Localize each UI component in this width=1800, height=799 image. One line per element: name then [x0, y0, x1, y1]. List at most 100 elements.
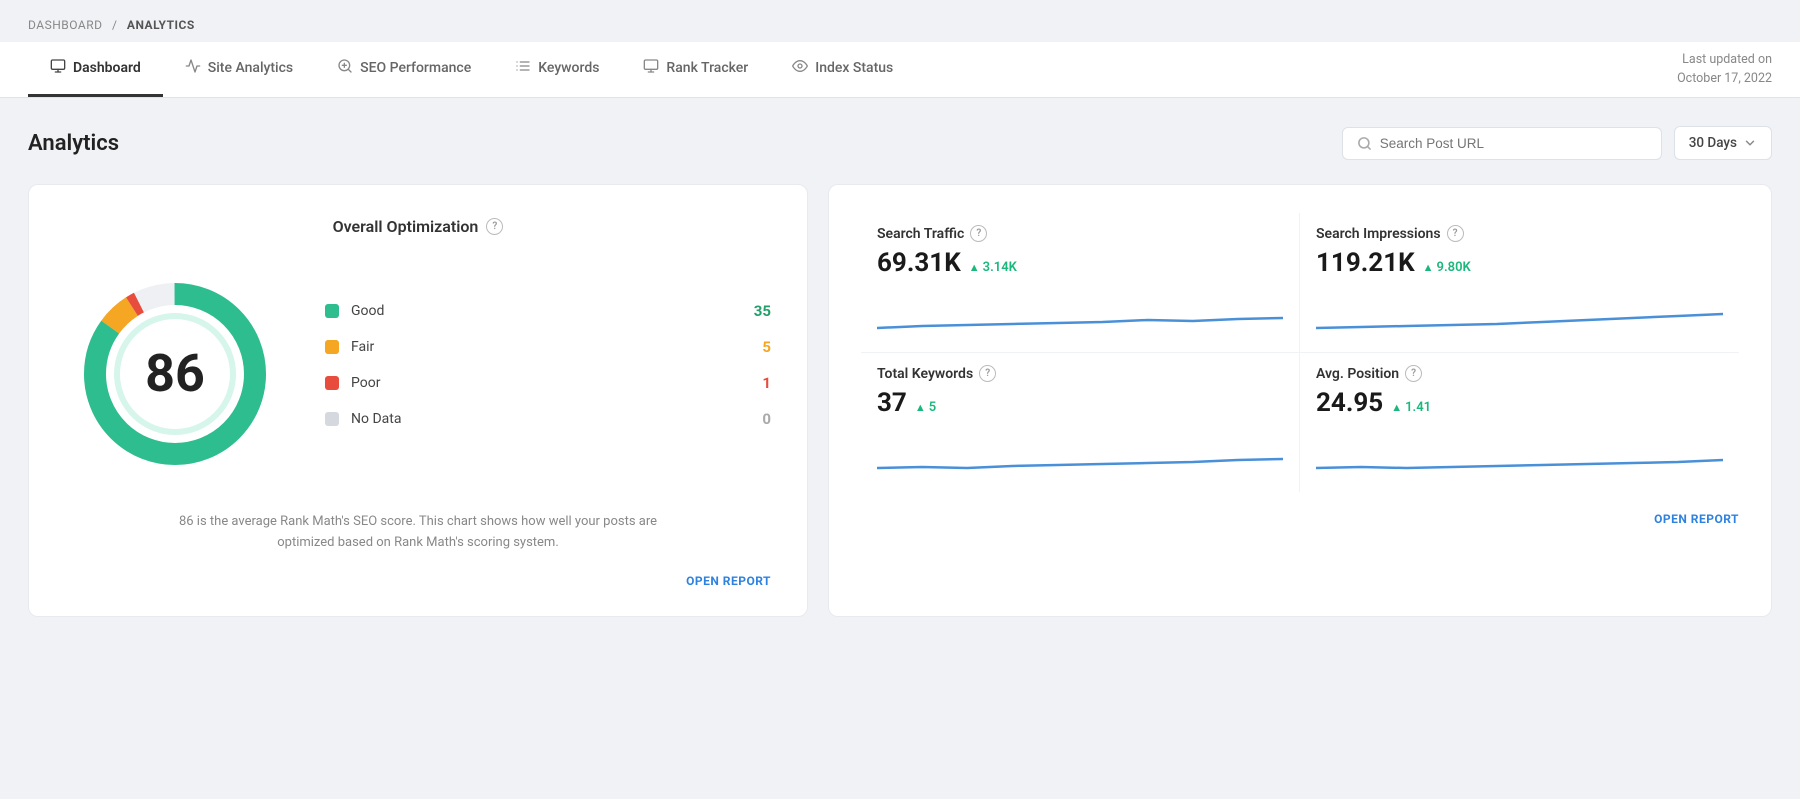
list-icon	[515, 58, 531, 78]
optimization-legend: Good 35 Fair 5 Poor 1 N	[325, 302, 771, 446]
search-url-field[interactable]	[1342, 127, 1662, 160]
tab-rank-tracker-label: Rank Tracker	[666, 60, 748, 76]
metric-search-impressions-change: ▲ 9.80K	[1423, 260, 1471, 275]
optimization-description: 86 is the average Rank Math's SEO score.…	[178, 512, 658, 554]
legend-dot-good	[325, 304, 339, 318]
total-keywords-sparkline	[877, 430, 1283, 472]
arrow-up-icon: ▲	[915, 401, 926, 414]
metric-avg-position-change: ▲ 1.41	[1391, 400, 1431, 415]
search-traffic-sparkline	[877, 290, 1283, 332]
metric-search-traffic-value: 69.31K	[877, 248, 961, 278]
arrow-up-icon: ▲	[1391, 401, 1402, 414]
metric-total-keywords-change: ▲ 5	[915, 400, 936, 415]
legend-item-fair: Fair 5	[325, 338, 771, 356]
tab-index-status-label: Index Status	[815, 60, 893, 76]
metrics-card-footer: OPEN REPORT	[861, 512, 1739, 526]
arrow-up-icon: ▲	[969, 261, 980, 274]
metric-search-traffic: Search Traffic ? 69.31K ▲ 3.14K	[861, 213, 1300, 353]
breadcrumb-root: DASHBOARD	[28, 18, 102, 32]
donut-chart: 86	[65, 264, 285, 484]
analytics-controls: 30 Days	[1342, 126, 1772, 160]
metric-search-traffic-label: Search Traffic ?	[877, 225, 1283, 242]
breadcrumb: DASHBOARD / ANALYTICS	[0, 0, 1800, 42]
donut-score-container: 86	[145, 348, 205, 400]
tab-list: Dashboard Site Analytics SEO Performance…	[28, 42, 915, 97]
tab-seo-performance[interactable]: SEO Performance	[315, 42, 493, 97]
search-traffic-help-icon[interactable]: ?	[970, 225, 987, 242]
metric-total-keywords-label: Total Keywords ?	[877, 365, 1283, 382]
chevron-down-icon	[1743, 136, 1757, 150]
legend-dot-poor	[325, 376, 339, 390]
search-icon	[1357, 136, 1372, 151]
last-updated: Last updated on October 17, 2022	[1677, 51, 1772, 89]
donut-score: 86	[145, 343, 205, 404]
analytics-header: Analytics 30 Days	[28, 126, 1772, 160]
legend-count-poor: 1	[762, 374, 771, 392]
optimization-open-report[interactable]: OPEN REPORT	[65, 574, 771, 588]
search-impressions-help-icon[interactable]: ?	[1447, 225, 1464, 242]
page-title: Analytics	[28, 131, 119, 156]
optimization-title: Overall Optimization ?	[65, 217, 771, 236]
days-dropdown[interactable]: 30 Days	[1674, 126, 1772, 160]
tab-rank-tracker[interactable]: Rank Tracker	[621, 42, 770, 97]
metrics-card: Search Traffic ? 69.31K ▲ 3.14K	[828, 184, 1772, 617]
metrics-grid: Search Traffic ? 69.31K ▲ 3.14K	[861, 213, 1739, 492]
legend-label-good: Good	[351, 303, 754, 319]
metric-total-keywords-value: 37	[877, 388, 907, 418]
rank-tracker-icon	[643, 58, 659, 78]
legend-label-poor: Poor	[351, 375, 762, 391]
metric-total-keywords-values: 37 ▲ 5	[877, 388, 1283, 418]
metric-avg-position: Avg. Position ? 24.95 ▲ 1.41	[1300, 353, 1739, 492]
legend-item-poor: Poor 1	[325, 374, 771, 392]
tab-seo-performance-label: SEO Performance	[360, 60, 471, 76]
search-impressions-sparkline	[1316, 290, 1723, 332]
days-label: 30 Days	[1689, 135, 1737, 151]
metric-avg-position-values: 24.95 ▲ 1.41	[1316, 388, 1723, 418]
tab-dashboard[interactable]: Dashboard	[28, 42, 163, 97]
legend-dot-nodata	[325, 412, 339, 426]
monitor-icon	[50, 58, 66, 78]
metrics-open-report[interactable]: OPEN REPORT	[861, 512, 1739, 526]
avg-position-sparkline	[1316, 430, 1723, 472]
tab-keywords-label: Keywords	[538, 60, 599, 76]
metric-search-impressions-values: 119.21K ▲ 9.80K	[1316, 248, 1723, 278]
chart-line-icon	[185, 58, 201, 78]
search-url-input[interactable]	[1380, 136, 1647, 151]
metric-search-impressions-label: Search Impressions ?	[1316, 225, 1723, 242]
legend-label-fair: Fair	[351, 339, 762, 355]
eye-icon	[792, 58, 808, 78]
legend-label-nodata: No Data	[351, 411, 762, 427]
metric-search-traffic-change: ▲ 3.14K	[969, 260, 1017, 275]
cards-row: Overall Optimization ?	[28, 184, 1772, 617]
tab-dashboard-label: Dashboard	[73, 60, 141, 76]
avg-position-help-icon[interactable]: ?	[1405, 365, 1422, 382]
last-updated-label: Last updated on	[1677, 51, 1772, 70]
legend-item-good: Good 35	[325, 302, 771, 320]
metric-search-impressions: Search Impressions ? 119.21K ▲ 9.80K	[1300, 213, 1739, 353]
optimization-card: Overall Optimization ?	[28, 184, 808, 617]
legend-count-fair: 5	[762, 338, 771, 356]
tab-site-analytics-label: Site Analytics	[208, 60, 293, 76]
optimization-help-icon[interactable]: ?	[486, 218, 503, 235]
tab-navigation: Dashboard Site Analytics SEO Performance…	[0, 42, 1800, 98]
arrow-up-icon: ▲	[1423, 261, 1434, 274]
optimization-body: 86 Good 35 Fair 5	[65, 264, 771, 484]
last-updated-date: October 17, 2022	[1677, 70, 1772, 89]
tab-keywords[interactable]: Keywords	[493, 42, 621, 97]
total-keywords-help-icon[interactable]: ?	[979, 365, 996, 382]
tab-site-analytics[interactable]: Site Analytics	[163, 42, 315, 97]
metric-total-keywords: Total Keywords ? 37 ▲ 5	[861, 353, 1300, 492]
metric-avg-position-label: Avg. Position ?	[1316, 365, 1723, 382]
seo-icon	[337, 58, 353, 78]
page-content: Analytics 30 Days Overall Optimization ?	[0, 98, 1800, 645]
breadcrumb-separator: /	[112, 18, 117, 32]
legend-count-nodata: 0	[762, 410, 771, 428]
metric-search-impressions-value: 119.21K	[1316, 248, 1415, 278]
legend-dot-fair	[325, 340, 339, 354]
legend-count-good: 35	[754, 302, 771, 320]
breadcrumb-current: ANALYTICS	[127, 18, 195, 32]
tab-index-status[interactable]: Index Status	[770, 42, 915, 97]
metric-search-traffic-values: 69.31K ▲ 3.14K	[877, 248, 1283, 278]
legend-item-nodata: No Data 0	[325, 410, 771, 428]
metric-avg-position-value: 24.95	[1316, 388, 1383, 418]
